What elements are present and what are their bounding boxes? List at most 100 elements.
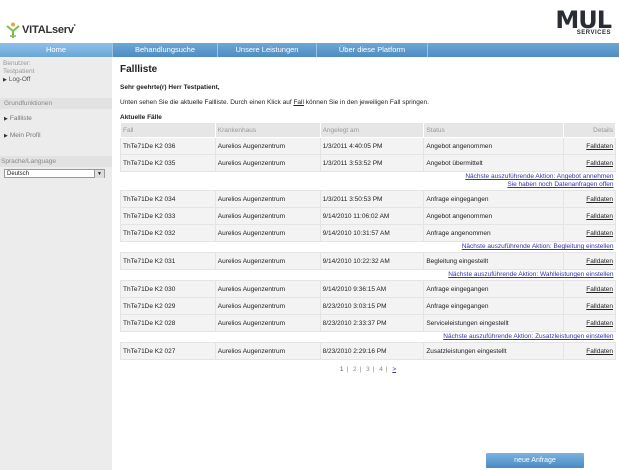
status-cell: Zusatzleistungen eingestellt	[423, 342, 565, 360]
status-cell: Anfrage eingegangen	[423, 280, 565, 298]
case-id-cell: ThTe71De K2 035	[120, 154, 216, 172]
fall-link[interactable]: Fall	[293, 99, 303, 106]
logo-text: VITALserv*	[22, 24, 76, 36]
logoff-link[interactable]: ▶ Log-Off	[3, 76, 109, 84]
falldaten-link[interactable]: Falldaten	[586, 230, 613, 237]
next-action-link[interactable]: Nächste auszuführende Aktion: Zusatzleis…	[123, 333, 613, 341]
cases-table: Fall Krankenhaus Angelegt am Status Deta…	[120, 122, 616, 360]
next-action-link[interactable]: Nächste auszuführende Aktion: Wahlleistu…	[123, 271, 613, 279]
page-link[interactable]: 3	[366, 366, 370, 373]
case-id-cell: ThTe71De K2 027	[120, 342, 216, 360]
table-row: ThTe71De K2 032 Aurelios Augenzentrum 9/14…	[120, 224, 616, 242]
status-cell: Anfrage eingegangen	[423, 190, 565, 208]
triangle-right-icon: ▶	[3, 77, 7, 83]
created-date-cell: 8/23/2010 2:29:16 PM	[319, 342, 425, 360]
pagination: 1 | 2 | 3 | 4 | >	[339, 366, 397, 373]
details-cell: Falldaten	[563, 280, 616, 298]
next-action-cell: Nächste auszuführende Aktion: Wahlleistu…	[120, 269, 616, 281]
case-id-cell: ThTe71De K2 033	[120, 207, 216, 225]
next-action-link[interactable]: Nächste auszuführende Aktion: Angebot an…	[123, 173, 613, 181]
status-cell: Angebot angenommen	[423, 207, 565, 225]
table-row: ThTe71De K2 034 Aurelios Augenzentrum 1/3/…	[120, 190, 616, 208]
sidebar-item-fallliste[interactable]: ▶ Fallliste	[0, 112, 112, 125]
nav-home[interactable]: Home	[0, 43, 113, 57]
user-name: Testpatient	[3, 68, 35, 75]
nav-behandlungsuche[interactable]: Behandlungsuche	[113, 43, 218, 57]
created-date-cell: 8/23/2010 2:33:37 PM	[319, 314, 425, 332]
main-nav: Home Behandlungsuche Unsere Leistungen Ü…	[0, 43, 619, 57]
page-link[interactable]: 2	[353, 366, 357, 373]
column-header-fall[interactable]: Fall	[120, 122, 216, 138]
sidebar-item-mein-profil[interactable]: ▶ Mein Profil	[0, 129, 112, 142]
status-cell: Anfrage angenommen	[423, 224, 565, 242]
table-row: ThTe71De K2 030 Aurelios Augenzentrum 9/14…	[120, 280, 616, 298]
next-action-cell: Nächste auszuführende Aktion: Begleitung…	[120, 241, 616, 253]
case-id-cell: ThTe71De K2 036	[120, 137, 216, 155]
vitalserv-logo[interactable]: VITALserv*	[6, 22, 76, 38]
next-action-link[interactable]: Nächste auszuführende Aktion: Begleitung…	[123, 243, 614, 251]
details-cell: Falldaten	[563, 342, 616, 360]
page-link[interactable]: 4	[379, 366, 383, 373]
created-date-cell: 1/3/2011 3:53:52 PM	[319, 154, 425, 172]
next-page-link[interactable]: >	[392, 366, 396, 373]
main-content: Fallliste Sehr geehrte(r) Herr Testpatie…	[120, 60, 616, 373]
action-row: Nächste auszuführende Aktion: Zusatzleis…	[120, 331, 616, 343]
nav-unsere-leistungen[interactable]: Unsere Leistungen	[218, 43, 317, 57]
falldaten-link[interactable]: Falldaten	[586, 160, 613, 167]
details-cell: Falldaten	[563, 224, 616, 242]
action-row: Nächste auszuführende Aktion: Angebot an…	[120, 171, 616, 191]
column-header-details: Details	[563, 122, 616, 138]
hospital-cell: Aurelios Augenzentrum	[214, 154, 321, 172]
table-header-row: Fall Krankenhaus Angelegt am Status Deta…	[120, 122, 616, 138]
subtitle: Aktuelle Fälle	[120, 114, 162, 121]
mul-services-logo: MUL SERVICES	[555, 6, 612, 36]
triangle-right-icon: ▶	[4, 116, 8, 122]
next-action-cell: Nächste auszuführende Aktion: Angebot an…	[120, 171, 616, 191]
created-date-cell: 9/14/2010 10:31:57 AM	[319, 224, 425, 242]
falldaten-link[interactable]: Falldaten	[586, 320, 613, 327]
falldaten-link[interactable]: Falldaten	[586, 143, 613, 150]
falldaten-link[interactable]: Falldaten	[586, 213, 613, 220]
falldaten-link[interactable]: Falldaten	[586, 196, 613, 203]
created-date-cell: 9/14/2010 10:22:32 AM	[319, 252, 425, 270]
language-label: Sprache/Language	[0, 156, 112, 167]
greeting: Sehr geehrte(r) Herr Testpatient,	[120, 84, 220, 91]
case-id-cell: ThTe71De K2 028	[120, 314, 216, 332]
created-date-cell: 1/3/2011 4:40:05 PM	[319, 137, 425, 155]
hospital-cell: Aurelios Augenzentrum	[214, 207, 321, 225]
hospital-cell: Aurelios Augenzentrum	[214, 137, 321, 155]
details-cell: Falldaten	[563, 190, 616, 208]
sidebar: Benutzer: Testpatient ▶ Log-Off Grundfunk…	[0, 57, 112, 470]
details-cell: Falldaten	[563, 314, 616, 332]
new-request-button[interactable]: neue Anfrage	[486, 453, 584, 468]
vitalserv-logo-icon	[6, 22, 20, 38]
falldaten-link[interactable]: Falldaten	[586, 303, 613, 310]
falldaten-link[interactable]: Falldaten	[586, 286, 613, 293]
next-action-link[interactable]: Sie haben noch Datenanfragen offen	[123, 181, 613, 189]
nav-ueber-platform[interactable]: Über diese Platform	[317, 43, 428, 57]
group-grundfunktionen: Grundfunktionen	[0, 98, 112, 109]
action-row: Nächste auszuführende Aktion: Begleitung…	[120, 241, 616, 253]
table-row: ThTe71De K2 031 Aurelios Augenzentrum 9/14…	[120, 252, 616, 270]
case-id-cell: ThTe71De K2 030	[120, 280, 216, 298]
column-header-status[interactable]: Status	[423, 122, 565, 138]
triangle-right-icon: ▶	[4, 133, 8, 139]
language-select[interactable]: Deutsch ▼	[4, 169, 105, 178]
status-cell: Serviceleistungen eingestellt	[423, 314, 565, 332]
case-id-cell: ThTe71De K2 029	[120, 297, 216, 315]
falldaten-link[interactable]: Falldaten	[586, 258, 613, 265]
details-cell: Falldaten	[563, 207, 616, 225]
hospital-cell: Aurelios Augenzentrum	[214, 280, 321, 298]
details-cell: Falldaten	[563, 297, 616, 315]
status-cell: Angebot übermittelt	[423, 154, 565, 172]
page-link[interactable]: 1	[340, 366, 344, 373]
created-date-cell: 9/14/2010 9:36:15 AM	[319, 280, 425, 298]
status-cell: Angebot angenommen	[423, 137, 565, 155]
column-header-krankenhaus[interactable]: Krankenhaus	[214, 122, 321, 138]
table-row: ThTe71De K2 035 Aurelios Augenzentrum 1/3/…	[120, 154, 616, 172]
table-row: ThTe71De K2 033 Aurelios Augenzentrum 9/14…	[120, 207, 616, 225]
user-label: Benutzer:	[3, 60, 31, 67]
falldaten-link[interactable]: Falldaten	[586, 348, 613, 355]
brand-mark: MUL	[555, 6, 612, 34]
column-header-angelegt[interactable]: Angelegt am	[319, 122, 425, 138]
